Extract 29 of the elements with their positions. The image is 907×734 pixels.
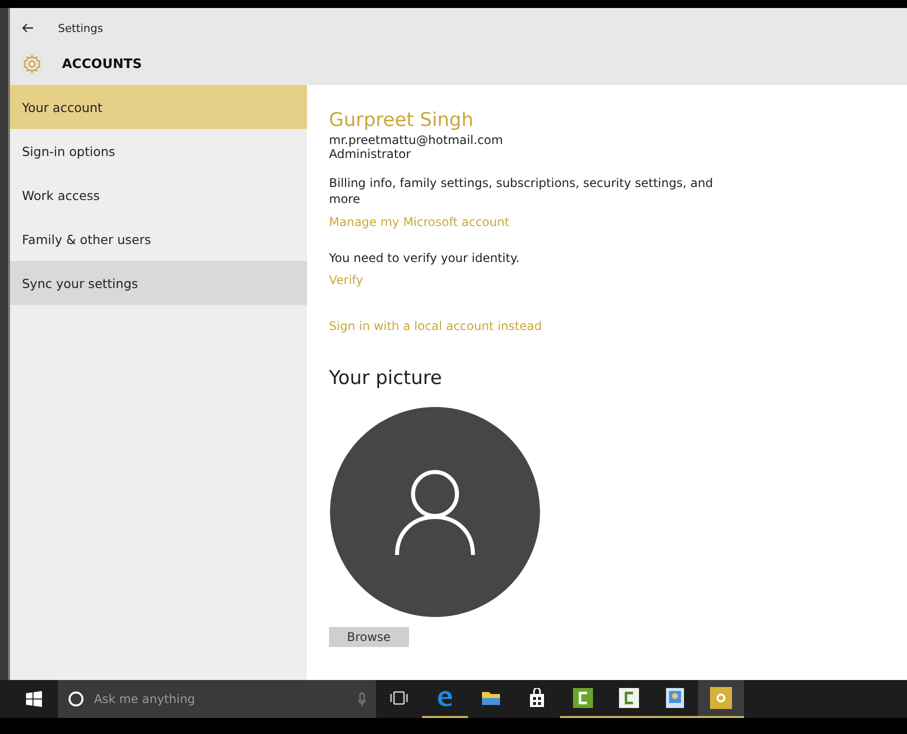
account-role: Administrator: [329, 147, 412, 161]
sidebar-item[interactable]: Sync your settings: [10, 261, 307, 305]
app-icon: [573, 688, 593, 708]
user-name: Gurpreet Singh: [329, 109, 474, 131]
email-address: mr.preetmattu@hotmail.com: [329, 133, 504, 147]
page-title: ACCOUNTS: [62, 56, 142, 72]
microphone-icon[interactable]: [358, 692, 366, 706]
app-icon: [619, 688, 639, 708]
sidebar-item[interactable]: Work access: [10, 173, 307, 217]
cortana-icon: [68, 691, 84, 707]
folder-icon: [481, 690, 501, 706]
taskbar-button[interactable]: [698, 680, 744, 718]
photo-icon: [666, 688, 684, 708]
gear-icon: [710, 687, 732, 709]
sidebar-item[interactable]: Your account: [10, 85, 307, 129]
back-icon[interactable]: [22, 23, 34, 33]
search-field[interactable]: Ask me anything: [58, 680, 376, 718]
sidebar-item[interactable]: Sign-in options: [10, 129, 307, 173]
task-view-icon: [390, 691, 408, 705]
verify-message: You need to verify your identity.: [329, 251, 521, 265]
shopping-bag-icon: [528, 688, 546, 708]
section-heading: Your picture: [329, 367, 443, 389]
account-description: Billing info, family settings, subscriptions, security settings, and more: [329, 175, 714, 207]
window-title: Settings: [58, 22, 104, 34]
browser-icon: [435, 688, 455, 708]
sidebar-item[interactable]: Family & other users: [10, 217, 307, 261]
gear-icon: [22, 54, 42, 74]
user-icon: [393, 467, 477, 557]
browse-button[interactable]: Browse: [329, 627, 409, 647]
